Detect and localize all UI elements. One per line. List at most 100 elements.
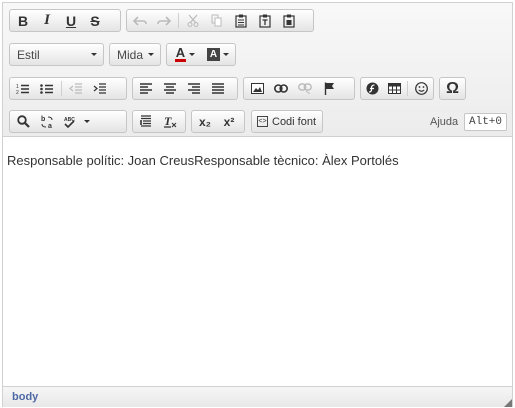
chevron-down-icon bbox=[91, 53, 97, 56]
svg-text:2: 2 bbox=[16, 90, 19, 95]
basic-style-group: B I U S bbox=[9, 9, 121, 32]
find-button[interactable] bbox=[11, 111, 35, 132]
separator bbox=[407, 81, 409, 96]
numbered-list-button[interactable]: 12 bbox=[11, 78, 35, 99]
anchor-button[interactable] bbox=[317, 78, 341, 99]
content-text[interactable]: Responsable polític: Joan CreusResponsab… bbox=[7, 153, 508, 168]
underline-button[interactable]: U bbox=[59, 10, 83, 31]
omega-icon: Ω bbox=[446, 79, 459, 97]
svg-text:a: a bbox=[48, 123, 52, 129]
clipboard-group bbox=[126, 9, 314, 32]
table-icon bbox=[388, 83, 402, 94]
outdent-button[interactable] bbox=[64, 78, 88, 99]
size-combo[interactable]: Mida bbox=[109, 43, 161, 66]
smiley-button[interactable] bbox=[410, 78, 432, 99]
link-button[interactable] bbox=[269, 78, 293, 99]
editing-group: ba ABC bbox=[9, 110, 127, 133]
cut-button[interactable] bbox=[181, 10, 205, 31]
style-combo[interactable]: Estil bbox=[9, 43, 104, 66]
special-char-group: Ω bbox=[439, 77, 466, 100]
redo-icon bbox=[157, 15, 171, 26]
redo-button[interactable] bbox=[152, 10, 176, 31]
svg-text:T: T bbox=[164, 115, 172, 128]
help-label: Ajuda bbox=[430, 116, 459, 128]
paste-icon bbox=[235, 14, 247, 28]
flash-button[interactable] bbox=[362, 78, 384, 99]
chevron-down-icon bbox=[83, 120, 90, 123]
style-combo-label: Estil bbox=[17, 47, 40, 62]
background-color-icon: A bbox=[207, 48, 220, 61]
bulleted-list-button[interactable] bbox=[35, 78, 59, 99]
undo-icon bbox=[133, 15, 147, 26]
status-bar: body bbox=[3, 386, 512, 407]
image-button[interactable] bbox=[245, 78, 269, 99]
smiley-icon bbox=[414, 82, 428, 95]
remove-format-icon: T bbox=[164, 115, 177, 128]
subscript-icon: x₂ bbox=[198, 114, 211, 129]
find-icon bbox=[16, 115, 30, 128]
cut-icon bbox=[187, 14, 199, 27]
replace-icon: ba bbox=[41, 116, 52, 129]
chevron-down-icon bbox=[148, 53, 154, 56]
superscript-button[interactable]: x² bbox=[217, 111, 241, 132]
separator bbox=[178, 13, 179, 28]
indent-button[interactable] bbox=[88, 78, 112, 99]
undo-button[interactable] bbox=[128, 10, 152, 31]
image-icon bbox=[250, 83, 264, 94]
align-center-icon bbox=[164, 83, 176, 94]
element-path-body[interactable]: body bbox=[12, 391, 38, 403]
flash-icon bbox=[366, 82, 379, 95]
table-button[interactable] bbox=[384, 78, 406, 99]
italic-button[interactable]: I bbox=[35, 10, 59, 31]
script-group: x₂ x² bbox=[191, 110, 245, 133]
outdent-icon bbox=[69, 82, 82, 94]
justify-icon bbox=[212, 83, 224, 94]
text-color-icon: A bbox=[174, 45, 187, 62]
block-format-group: T bbox=[132, 110, 186, 133]
anchor-icon bbox=[324, 82, 334, 95]
superscript-icon: x² bbox=[223, 114, 235, 129]
list-group: 12 bbox=[9, 77, 127, 100]
bold-button[interactable]: B bbox=[11, 10, 35, 31]
copy-icon bbox=[211, 14, 222, 27]
editor-toolbar: B I U S Estil Mida A A 1 2 Ω b a ABC T x… bbox=[3, 3, 512, 137]
insert-link-group bbox=[243, 77, 355, 100]
color-group: A A bbox=[166, 43, 236, 66]
copy-button[interactable] bbox=[205, 10, 229, 31]
svg-text:b: b bbox=[41, 116, 45, 123]
separator bbox=[61, 81, 62, 96]
background-color-button[interactable]: A bbox=[202, 44, 234, 65]
align-group bbox=[132, 77, 238, 100]
source-button-label: Codi font bbox=[272, 115, 317, 128]
remove-format-button[interactable]: T bbox=[158, 111, 182, 132]
bulleted-list-icon bbox=[40, 83, 53, 94]
spellcheck-button[interactable]: ABC bbox=[59, 111, 93, 132]
paste-text-icon bbox=[259, 14, 271, 28]
source-button[interactable]: <> Codi font bbox=[251, 110, 324, 133]
align-left-button[interactable] bbox=[134, 78, 158, 99]
size-combo-label: Mida bbox=[117, 47, 144, 62]
blockquote-button[interactable] bbox=[134, 111, 158, 132]
resize-handle-icon[interactable] bbox=[504, 399, 512, 407]
chevron-down-icon bbox=[223, 53, 229, 56]
replace-button[interactable]: ba bbox=[35, 111, 59, 132]
source-icon: <> bbox=[257, 116, 268, 127]
text-color-button[interactable]: A bbox=[168, 44, 202, 65]
rich-text-editor: B I U S Estil Mida A A 1 2 Ω b a ABC T x… bbox=[2, 2, 513, 407]
spellcheck-icon: ABC bbox=[64, 117, 75, 128]
align-right-icon bbox=[188, 83, 200, 94]
strikethrough-button[interactable]: S bbox=[83, 10, 107, 31]
paste-word-button[interactable] bbox=[277, 10, 301, 31]
align-center-button[interactable] bbox=[158, 78, 182, 99]
subscript-button[interactable]: x₂ bbox=[193, 111, 217, 132]
blockquote-icon bbox=[140, 115, 151, 127]
chevron-down-icon bbox=[189, 53, 196, 56]
paste-button[interactable] bbox=[229, 10, 253, 31]
special-char-button[interactable]: Ω bbox=[441, 78, 464, 99]
align-right-button[interactable] bbox=[182, 78, 206, 99]
editor-content-area[interactable]: Responsable polític: Joan CreusResponsab… bbox=[3, 137, 512, 386]
paste-text-button[interactable] bbox=[253, 10, 277, 31]
unlink-button[interactable] bbox=[293, 78, 317, 99]
justify-button[interactable] bbox=[206, 78, 230, 99]
numbered-list-icon: 12 bbox=[16, 84, 29, 95]
